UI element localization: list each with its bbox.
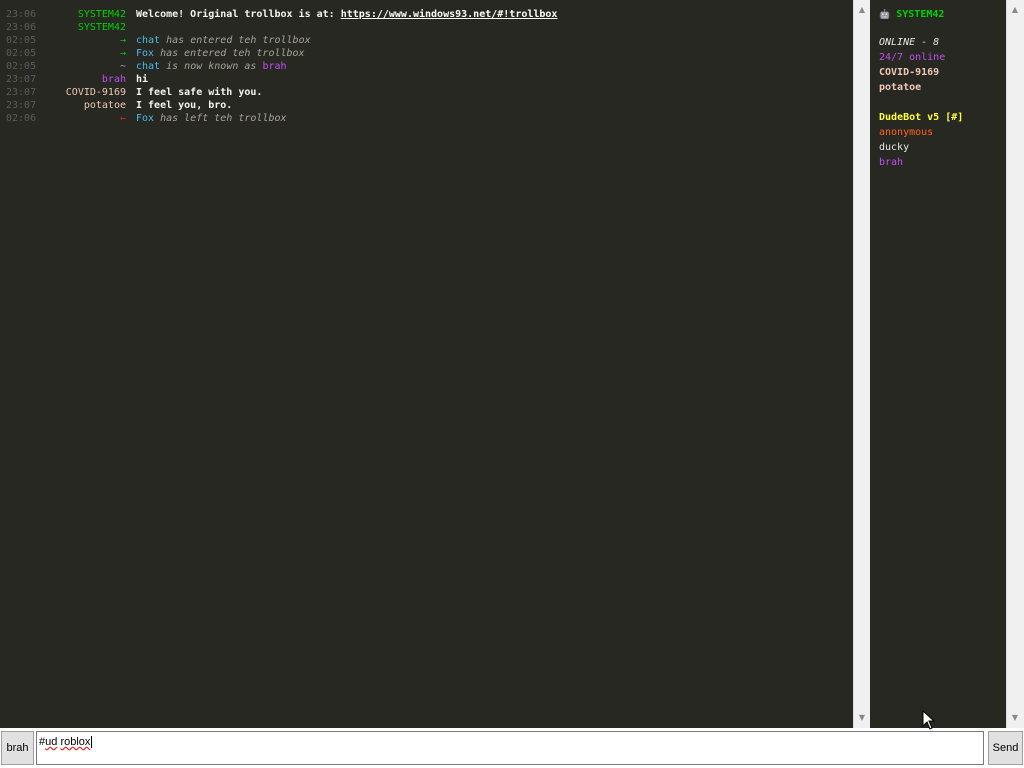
user-list-item[interactable]: ducky: [879, 141, 909, 154]
chat-message: 23:06 SYSTEM42: [0, 21, 853, 34]
message-event-text: has left teh trollbox: [154, 113, 287, 124]
message-nick: →: [119, 35, 126, 46]
chat-scrollbar[interactable]: ▲ ▼: [853, 0, 870, 728]
user-list-item[interactable]: COVID-9169: [879, 66, 939, 79]
message-subject: Fox: [136, 113, 155, 124]
scroll-up-arrow-icon[interactable]: ▲: [854, 2, 870, 18]
message-subject: chat: [136, 35, 161, 46]
message-timestamp: 23:07: [6, 100, 37, 111]
user-list-item[interactable]: anonymous: [879, 126, 933, 139]
scroll-down-arrow-icon[interactable]: ▼: [854, 710, 870, 726]
message-subject: chat: [136, 61, 161, 72]
user-list-item[interactable]: brah: [879, 156, 903, 169]
mouse-pointer-icon: [922, 710, 936, 730]
message-body: I feel you, bro.: [136, 100, 233, 111]
message-nick: ~: [119, 61, 126, 72]
message-text: chat is now known as brah: [136, 60, 287, 73]
message-object: brah: [262, 61, 287, 72]
robot-icon: 🤖: [879, 10, 891, 20]
message-timestamp: 23:06: [6, 9, 37, 20]
chat-message: 02:05 → chat has entered teh trollbox: [0, 34, 853, 47]
chat-message: 23:06 SYSTEM42 Welcome! Original trollbox …: [0, 8, 853, 21]
message-nick: potatoe: [83, 100, 126, 111]
user-list-header: 🤖 SYSTEM42: [879, 8, 944, 22]
message-text: I feel safe with you.: [136, 86, 262, 99]
message-timestamp: 02:05: [6, 61, 37, 72]
chat-message: 02:05 ~ chat is now known as brah: [0, 60, 853, 73]
message-body: Welcome! Original trollbox is at:: [136, 9, 335, 20]
online-count: ONLINE - 8: [879, 37, 940, 48]
send-button[interactable]: Send: [988, 731, 1023, 765]
message-nick: SYSTEM42: [77, 9, 126, 20]
message-nick: brah: [101, 74, 126, 85]
nick-button[interactable]: brah: [1, 731, 34, 765]
input-word: ud: [45, 736, 58, 748]
message-body: I feel safe with you.: [136, 87, 263, 98]
message-text: Fox has entered teh trollbox: [136, 47, 305, 60]
message-text: chat has entered teh trollbox: [136, 34, 311, 47]
message-timestamp: 23:06: [6, 22, 37, 33]
chat-message: 02:06 ← Fox has left teh trollbox: [0, 112, 853, 125]
chat-message: 23:07 potatoe I feel you, bro.: [0, 99, 853, 112]
input-bar: brah #ud roblox Send: [0, 728, 1024, 768]
scroll-down-arrow-icon[interactable]: ▼: [1007, 710, 1023, 726]
message-timestamp: 23:07: [6, 74, 37, 85]
message-text: Welcome! Original trollbox is at: https:…: [136, 8, 557, 21]
message-event-text: has entered teh trollbox: [160, 35, 311, 46]
chat-log: 23:06 SYSTEM42 Welcome! Original trollbox …: [0, 0, 853, 736]
message-input[interactable]: #ud roblox: [36, 731, 984, 765]
message-body: hi: [136, 74, 149, 85]
message-nick: SYSTEM42: [77, 22, 126, 33]
message-text: hi: [136, 73, 148, 86]
user-list: 🤖 SYSTEM42 ONLINE - 8 24/7 online COVID-9…: [874, 0, 1006, 728]
message-text: Fox has left teh trollbox: [136, 112, 287, 125]
message-event-text: is now known as: [160, 61, 263, 72]
scroll-up-arrow-icon[interactable]: ▲: [1007, 2, 1023, 18]
user-list-item[interactable]: DudeBot v5 [#]: [879, 111, 963, 124]
message-event-text: has entered teh trollbox: [154, 48, 305, 59]
message-timestamp: 23:07: [6, 87, 37, 98]
message-link[interactable]: https://www.windows93.net/#!trollbox: [341, 9, 558, 20]
message-nick: ←: [119, 113, 126, 124]
message-nick: COVID-9169: [65, 87, 126, 98]
message-subject: Fox: [136, 48, 155, 59]
message-timestamp: 02:05: [6, 48, 37, 59]
input-word: roblox: [60, 736, 91, 748]
chat-message: 02:05 → Fox has entered teh trollbox: [0, 47, 853, 60]
chat-message: 23:07 brah hi: [0, 73, 853, 86]
message-text: I feel you, bro.: [136, 99, 232, 112]
message-nick: →: [119, 48, 126, 59]
user-list-header-name: SYSTEM42: [896, 9, 945, 20]
user-list-item[interactable]: potatoe: [879, 81, 921, 94]
chat-message: 23:07 COVID-9169 I feel safe with you.: [0, 86, 853, 99]
message-timestamp: 02:05: [6, 35, 37, 46]
text-caret: [91, 736, 93, 749]
message-timestamp: 02:06: [6, 113, 37, 124]
user-list-scrollbar[interactable]: ▲ ▼: [1006, 0, 1024, 728]
user-list-item[interactable]: 24/7 online: [879, 51, 945, 64]
